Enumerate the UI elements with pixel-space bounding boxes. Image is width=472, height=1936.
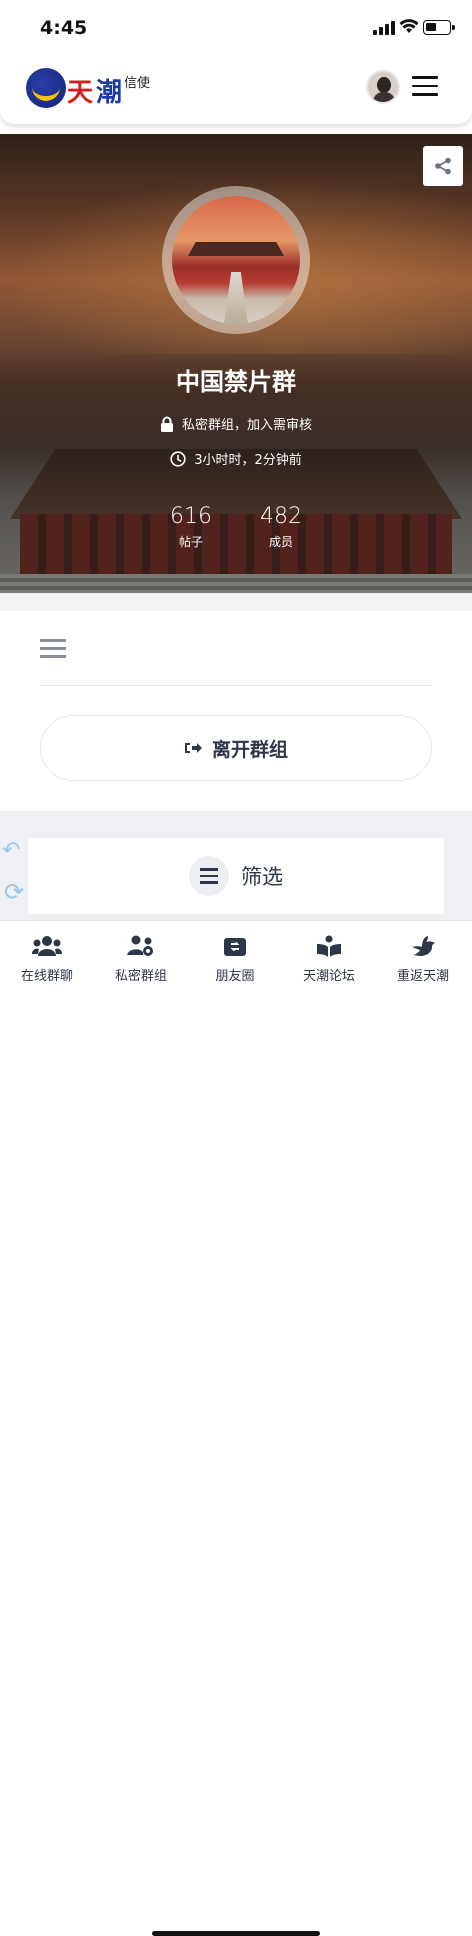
status-bar: 4:45 xyxy=(0,0,472,54)
group-menu-area: 离开群组 xyxy=(0,611,472,811)
stat-posts-label: 帖子 xyxy=(178,535,203,549)
share-icon xyxy=(435,157,451,175)
dove-icon xyxy=(412,936,435,956)
camera-retro-icon xyxy=(224,938,246,956)
share-button[interactable] xyxy=(423,146,463,186)
user-avatar[interactable] xyxy=(366,70,400,104)
group-nav-toggle-icon[interactable] xyxy=(40,639,66,663)
app-header: 天 潮 信使 xyxy=(0,54,472,124)
stat-posts-value: 616 xyxy=(170,504,212,529)
status-time: 4:45 xyxy=(40,17,88,39)
tab-private-groups[interactable]: 私密群组 xyxy=(94,931,188,984)
stat-members-value: 482 xyxy=(260,504,302,529)
tab-moments[interactable]: 朋友圈 xyxy=(188,931,282,984)
filter-list-icon xyxy=(189,856,229,896)
users-cog-icon xyxy=(127,935,153,956)
logo-emblem-icon xyxy=(26,68,66,108)
tab-online-chat[interactable]: 在线群聊 xyxy=(0,931,94,984)
divider xyxy=(40,685,432,686)
filter-button[interactable]: 筛选 xyxy=(28,838,444,914)
signal-icon xyxy=(373,21,395,35)
stat-members[interactable]: 482 成员 xyxy=(236,504,326,550)
group-privacy: 私密群组，加入需审核 xyxy=(0,414,472,433)
leave-group-label: 离开群组 xyxy=(211,738,288,761)
group-cover: 中国禁片群 私密群组，加入需审核 3小时时，2分钟前 616 帖子 482 成员 xyxy=(0,134,472,593)
logo-sub: 信使 xyxy=(124,76,151,91)
back-arrow-icon[interactable]: ↶ xyxy=(2,838,20,863)
bottom-tab-bar: 在线群聊 私密群组 朋友圈 天潮论坛 重返天潮 xyxy=(0,920,472,1936)
clock-icon xyxy=(170,450,186,467)
filter-label: 筛选 xyxy=(241,865,283,889)
tab-forum[interactable]: 天潮论坛 xyxy=(282,931,376,984)
logo-brand-second: 潮 xyxy=(96,78,123,108)
tab-return[interactable]: 重返天潮 xyxy=(376,931,470,984)
users-icon xyxy=(32,936,62,956)
group-activity-text: 3小时时，2分钟前 xyxy=(194,453,302,468)
group-privacy-text: 私密群组，加入需审核 xyxy=(181,418,312,433)
group-avatar xyxy=(162,186,310,334)
group-name: 中国禁片群 xyxy=(176,368,296,396)
lock-icon xyxy=(160,416,173,432)
stat-posts[interactable]: 616 帖子 xyxy=(146,504,236,550)
battery-icon xyxy=(423,20,455,35)
refresh-icon[interactable]: ⟳ xyxy=(4,878,24,906)
group-activity: 3小时时，2分钟前 xyxy=(0,449,472,468)
stat-members-label: 成员 xyxy=(268,535,293,549)
logo-brand-first: 天 xyxy=(67,78,93,108)
sign-out-icon xyxy=(184,743,202,753)
leave-group-button[interactable]: 离开群组 xyxy=(40,715,432,781)
menu-hamburger-icon[interactable] xyxy=(412,76,438,98)
book-open-icon xyxy=(317,935,341,957)
wifi-icon xyxy=(399,19,419,33)
home-indicator xyxy=(152,1931,320,1936)
